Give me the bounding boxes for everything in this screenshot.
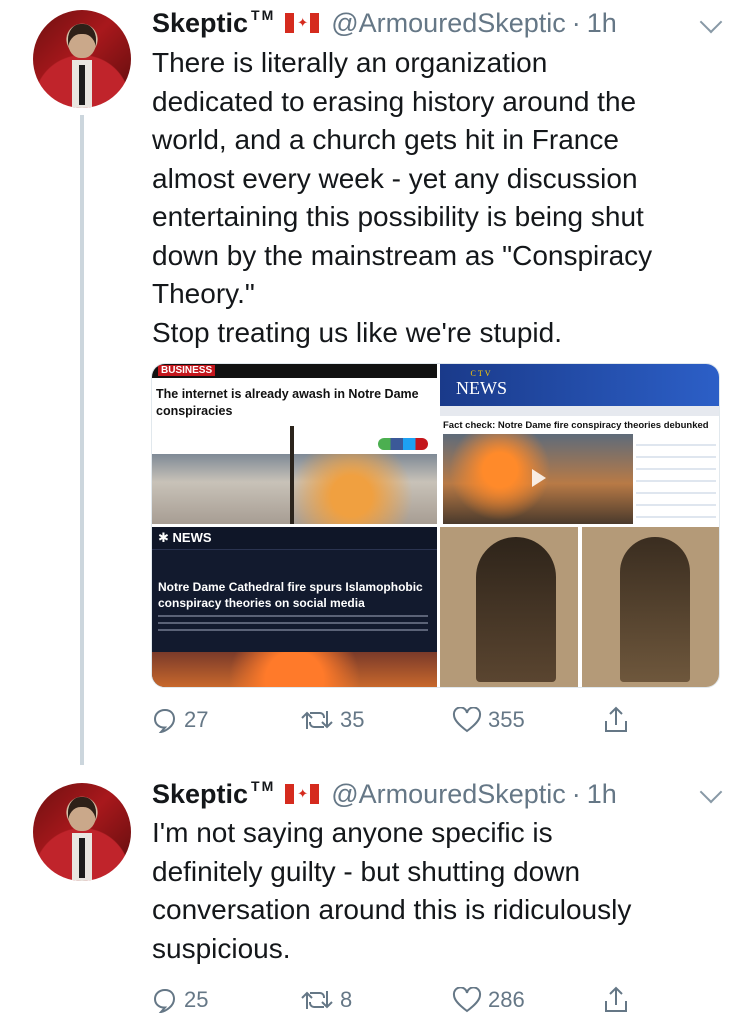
- retweet-button[interactable]: 8: [300, 985, 352, 1015]
- like-button[interactable]: 286: [452, 985, 525, 1015]
- display-name[interactable]: Skeptic: [152, 779, 248, 810]
- share-icon: [605, 986, 627, 1012]
- spire-silhouette: [290, 426, 294, 524]
- like-count: 355: [488, 707, 525, 732]
- timestamp[interactable]: 1h: [587, 8, 617, 39]
- fire-photo: [152, 652, 437, 687]
- reply-count: 27: [184, 707, 209, 732]
- tweet-actions: 25 8 286: [152, 985, 632, 1015]
- tweet-actions: 27 35 355: [152, 705, 632, 735]
- nbc-headline: Notre Dame Cathedral fire spurs Islamoph…: [158, 580, 423, 610]
- media-image-nbc-article[interactable]: ✱ NEWS Notre Dame Cathedral fire spurs I…: [152, 527, 437, 687]
- share-button[interactable]: [602, 705, 636, 735]
- nbc-logo: ✱ NEWS: [158, 530, 212, 545]
- nbc-subtext: [158, 615, 428, 635]
- media-image-ctv-article[interactable]: CTV NEWS Fact check: Notre Dame fire con…: [440, 364, 719, 524]
- retweet-count: 8: [340, 987, 353, 1012]
- thread-line: [80, 115, 84, 765]
- media-image-buddha-niches[interactable]: [440, 527, 719, 687]
- name-suffix: TM: [251, 778, 276, 794]
- avatar[interactable]: [33, 10, 131, 108]
- avatar[interactable]: [33, 783, 131, 881]
- ctv-logo: CTV NEWS: [456, 369, 507, 399]
- retweet-icon: [301, 991, 333, 1009]
- reply-button[interactable]: 27: [152, 705, 208, 735]
- reply-icon: [153, 988, 176, 1013]
- tweet[interactable]: Skeptic TM ✦ @ArmouredSkeptic · 1h I'm n…: [0, 770, 749, 1019]
- play-icon: [532, 469, 546, 487]
- reply-button[interactable]: 25: [152, 985, 208, 1015]
- username-handle[interactable]: @ArmouredSkeptic: [331, 8, 566, 39]
- reply-count: 25: [184, 987, 209, 1012]
- like-button[interactable]: 355: [452, 705, 525, 735]
- canada-flag-icon: ✦: [285, 784, 320, 804]
- ctv-headline: Fact check: Notre Dame fire conspiracy t…: [443, 420, 709, 431]
- like-count: 286: [488, 987, 525, 1012]
- media-grid[interactable]: BUSINESS The internet is already awash i…: [151, 363, 720, 688]
- retweet-icon: [301, 711, 333, 729]
- tweet[interactable]: Skeptic TM ✦ @ArmouredSkeptic · 1h There…: [0, 0, 749, 765]
- tweet-header: Skeptic TM ✦ @ArmouredSkeptic · 1h: [152, 3, 617, 43]
- social-share-icons: [378, 438, 428, 450]
- share-icon: [605, 706, 627, 732]
- reply-icon: [153, 708, 176, 733]
- display-name[interactable]: Skeptic: [152, 8, 248, 39]
- tweet-header: Skeptic TM ✦ @ArmouredSkeptic · 1h: [152, 774, 617, 814]
- username-handle[interactable]: @ArmouredSkeptic: [331, 779, 566, 810]
- separator: ·: [571, 7, 581, 38]
- share-button[interactable]: [602, 985, 636, 1015]
- heart-icon: [452, 987, 482, 1013]
- business-logo: BUSINESS: [158, 365, 216, 376]
- canada-flag-icon: ✦: [285, 13, 320, 33]
- name-suffix: TM: [251, 7, 276, 23]
- tweet-text: I'm not saying anyone specific is defini…: [152, 817, 632, 964]
- retweet-count: 35: [340, 707, 365, 732]
- business-headline: The internet is already awash in Notre D…: [156, 387, 419, 418]
- fire-photo: [152, 454, 437, 524]
- heart-icon: [452, 707, 482, 733]
- retweet-button[interactable]: 35: [300, 705, 364, 735]
- separator: ·: [571, 778, 581, 809]
- timestamp[interactable]: 1h: [587, 779, 617, 810]
- chevron-down-icon[interactable]: [699, 10, 723, 34]
- tweet-text: There is literally an organization dedic…: [152, 47, 653, 348]
- chevron-down-icon[interactable]: [699, 780, 723, 804]
- media-image-business-article[interactable]: BUSINESS The internet is already awash i…: [152, 364, 437, 524]
- related-links: [636, 434, 716, 524]
